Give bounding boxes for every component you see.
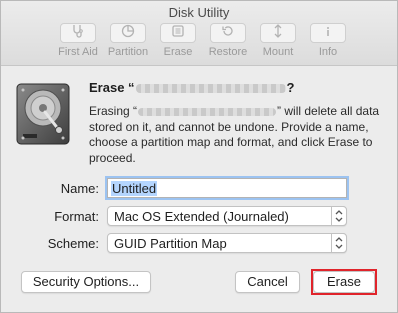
first-aid-label: First Aid <box>58 46 98 58</box>
scheme-label: Scheme: <box>47 236 99 251</box>
format-label: Format: <box>54 209 99 224</box>
format-value: Mac OS Extended (Journaled) <box>114 209 289 224</box>
cancel-button[interactable]: Cancel <box>235 271 300 293</box>
erase-label: Erase <box>163 46 193 58</box>
info-icon <box>310 23 346 43</box>
mount-tool[interactable]: Mount <box>253 23 303 61</box>
erase-button-highlight <box>311 269 377 295</box>
erase-tool[interactable]: Erase <box>153 23 203 61</box>
mount-icon <box>260 23 296 43</box>
partition-label: Partition <box>107 46 149 58</box>
scheme-value: GUID Partition Map <box>114 236 227 251</box>
security-options-button[interactable]: Security Options... <box>21 271 151 293</box>
chevron-updown-icon <box>331 233 347 253</box>
erase-icon <box>160 23 196 43</box>
partition-tool[interactable]: Partition <box>103 23 153 61</box>
mount-label: Mount <box>262 46 294 58</box>
restore-tool[interactable]: Restore <box>203 23 253 61</box>
erase-sheet: Erase “? Erasing “” will delete all data… <box>1 66 397 312</box>
info-label: Info <box>318 46 338 58</box>
toolbar: Disk Utility First Aid Partition Erase R… <box>1 1 397 66</box>
disk-utility-window: Disk Utility First Aid Partition Erase R… <box>0 0 398 313</box>
dialog-heading: Erase “? <box>89 80 295 95</box>
heading-prefix: Erase “ <box>89 80 135 95</box>
desc-prefix: Erasing “ <box>89 104 138 118</box>
redacted-disk-name-desc <box>138 107 277 116</box>
name-field[interactable]: Untitled <box>107 178 347 198</box>
dialog-description: Erasing “” will delete all data stored o… <box>89 104 389 166</box>
restore-icon <box>210 23 246 43</box>
info-tool[interactable]: Info <box>303 23 353 61</box>
hard-drive-icon <box>16 83 70 145</box>
partition-icon <box>110 23 146 43</box>
name-label: Name: <box>60 181 99 196</box>
name-value: Untitled <box>111 181 158 196</box>
window-title: Disk Utility <box>168 5 230 20</box>
redacted-disk-name <box>135 84 286 94</box>
first-aid-tool[interactable]: First Aid <box>53 23 103 61</box>
stethoscope-icon <box>60 23 96 43</box>
format-select[interactable]: Mac OS Extended (Journaled) <box>107 206 347 226</box>
restore-label: Restore <box>208 46 248 58</box>
heading-suffix: ? <box>286 80 295 95</box>
chevron-updown-icon <box>331 206 347 226</box>
scheme-select[interactable]: GUID Partition Map <box>107 233 347 253</box>
